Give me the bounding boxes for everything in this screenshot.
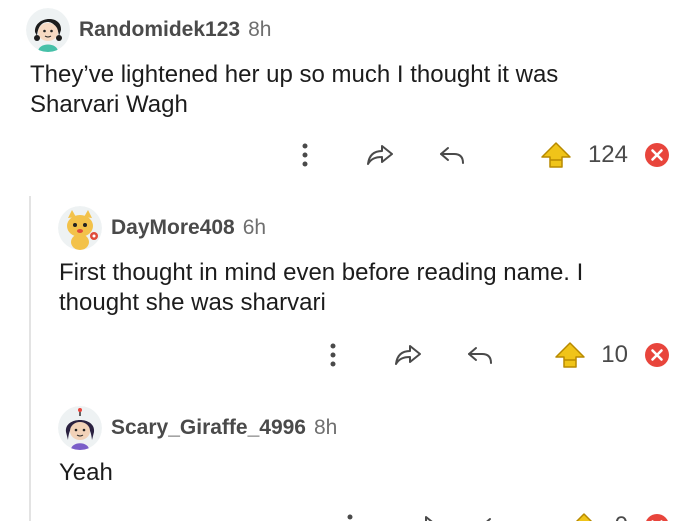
more-options-button[interactable] xyxy=(338,508,362,521)
comment-2: DayMore408 6h First thought in mind even… xyxy=(0,196,700,396)
snoo-avatar-dark-hair-icon xyxy=(58,406,102,450)
upvote-icon xyxy=(575,513,593,521)
reply-icon xyxy=(440,147,464,164)
reply-icon xyxy=(468,347,492,364)
comment-header: Scary_Giraffe_4996 8h xyxy=(58,406,337,450)
share-icon xyxy=(395,345,421,365)
vote-score: 10 xyxy=(601,341,628,368)
username[interactable]: DayMore408 xyxy=(111,216,235,240)
more-options-button[interactable] xyxy=(321,337,345,373)
downvote-button[interactable] xyxy=(642,508,672,521)
more-options-icon xyxy=(347,514,353,520)
comment-age: 6h xyxy=(242,216,267,239)
share-button[interactable] xyxy=(408,508,440,521)
user-avatar[interactable] xyxy=(58,206,102,250)
user-avatar[interactable] xyxy=(26,8,70,52)
downvote-button[interactable] xyxy=(642,337,672,373)
comment-3: Scary_Giraffe_4996 8h Yeah 0 xyxy=(0,396,700,521)
comment-header: Randomidek123 8h xyxy=(26,8,271,52)
snoo-avatar-black-hair-icon xyxy=(26,8,70,52)
upvote-button[interactable] xyxy=(552,337,588,373)
comment-age: 8h xyxy=(248,18,272,41)
downvote-button[interactable] xyxy=(642,137,672,173)
more-options-icon xyxy=(302,143,308,167)
vote-score: 124 xyxy=(587,141,628,168)
vote-score: 0 xyxy=(604,508,628,521)
share-button[interactable] xyxy=(364,137,396,173)
share-button[interactable] xyxy=(392,337,424,373)
upvote-icon xyxy=(555,342,585,368)
comment-1: Randomidek123 8h They’ve lightened her u… xyxy=(0,0,700,190)
downvote-icon xyxy=(645,143,669,167)
share-icon xyxy=(367,145,393,165)
upvote-button[interactable] xyxy=(566,508,602,521)
snoo-avatar-yellow-cat-icon xyxy=(58,206,102,250)
comment-header: DayMore408 6h xyxy=(58,206,266,250)
more-options-icon xyxy=(330,343,336,367)
username[interactable]: Scary_Giraffe_4996 xyxy=(111,416,306,440)
reply-icon xyxy=(486,518,491,521)
reply-button[interactable] xyxy=(478,508,510,521)
downvote-icon xyxy=(645,343,669,367)
comment-body: First thought in mind even before readin… xyxy=(59,259,584,316)
reply-button[interactable] xyxy=(436,137,468,173)
comment-body: They’ve lightened her up so much I thoug… xyxy=(30,61,559,118)
reply-button[interactable] xyxy=(464,337,496,373)
more-options-button[interactable] xyxy=(293,137,317,173)
username[interactable]: Randomidek123 xyxy=(79,18,240,42)
downvote-icon xyxy=(646,514,668,521)
user-avatar[interactable] xyxy=(58,406,102,450)
upvote-button[interactable] xyxy=(538,137,574,173)
comment-actions: 124 xyxy=(0,137,700,173)
comment-body: Yeah xyxy=(59,459,113,486)
upvote-icon xyxy=(541,142,571,168)
comment-actions: 0 xyxy=(0,508,700,521)
share-icon xyxy=(425,516,433,521)
comment-age: 8h xyxy=(313,416,338,439)
comment-actions: 10 xyxy=(0,337,700,373)
